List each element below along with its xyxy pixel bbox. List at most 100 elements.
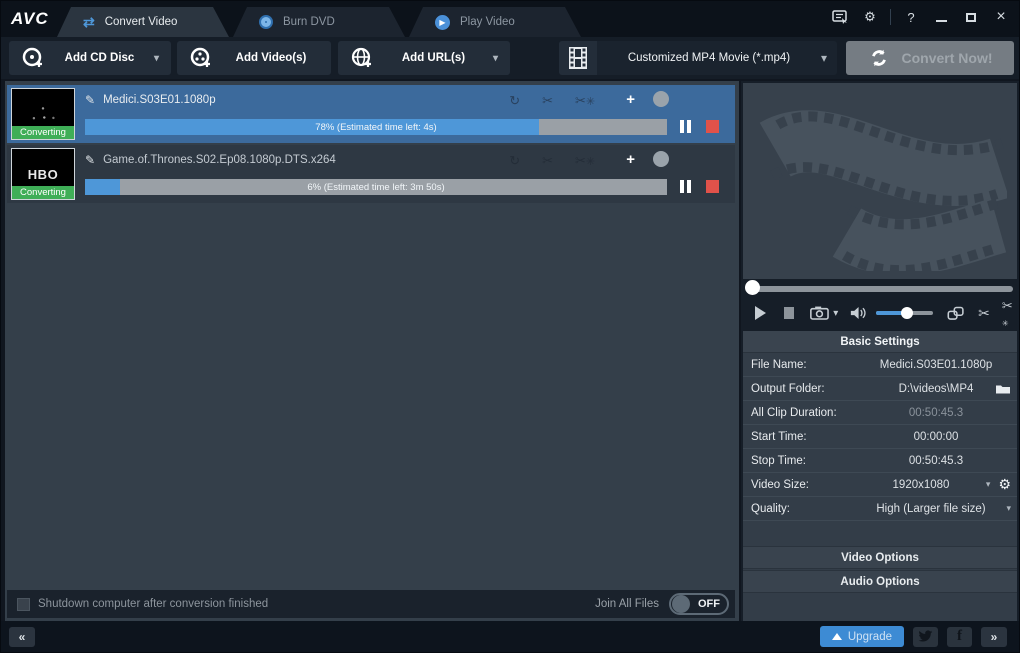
shutdown-label: Shutdown computer after conversion finis… xyxy=(38,598,268,610)
effects-wand-icon[interactable]: ✂✳ xyxy=(575,153,595,169)
shutdown-checkbox[interactable] xyxy=(17,598,30,611)
player-controls: ▾ ✂ ✂✳ xyxy=(743,297,1017,329)
convert-now-label: Convert Now! xyxy=(902,50,993,66)
effects-wand-icon[interactable]: ✂✳ xyxy=(1002,298,1017,329)
setting-row-output-folder: Output Folder: D:\videos\MP4 xyxy=(743,377,1017,401)
edit-pencil-icon[interactable]: ✎ xyxy=(85,93,95,107)
app-window: AVC ⇄ Convert Video Burn DVD ▶ Play Vide… xyxy=(0,0,1020,653)
sync-icon: ⇄ xyxy=(83,14,95,31)
seek-bar[interactable] xyxy=(743,279,1017,297)
status-circle xyxy=(653,91,669,107)
add-videos-label: Add Video(s) xyxy=(223,52,319,64)
file-row[interactable]: HBO Converting ✎ Game.of.Thrones.S02.Ep0… xyxy=(7,145,735,203)
gear-icon[interactable]: ⚙ xyxy=(860,8,880,26)
tab-label: Play Video xyxy=(460,16,515,28)
player-stop-button[interactable] xyxy=(784,307,794,319)
chevron-down-icon: ▾ xyxy=(493,53,498,64)
basic-settings-header: Basic Settings xyxy=(743,331,1017,353)
file-row[interactable]: Converting ✎ Medici.S03E01.1080p ↻ ✂ ✂✳ … xyxy=(7,85,735,143)
expand-button[interactable]: » xyxy=(981,627,1007,647)
tab-label: Convert Video xyxy=(105,16,178,28)
output-format-select[interactable]: Customized MP4 Movie (*.mp4) ▾ xyxy=(559,41,837,75)
feedback-icon[interactable] xyxy=(830,8,850,26)
reel-plus-icon xyxy=(189,46,213,70)
convert-now-button[interactable]: Convert Now! xyxy=(846,41,1014,75)
titlebar-separator xyxy=(890,9,891,25)
add-profile-icon[interactable]: + xyxy=(626,151,635,168)
facebook-button[interactable]: f xyxy=(947,627,972,647)
merge-icon[interactable] xyxy=(947,305,964,322)
filmstrip-icon xyxy=(559,41,597,75)
twitter-button[interactable] xyxy=(913,627,938,647)
clip-scissors-icon[interactable]: ✂ xyxy=(542,153,553,169)
edit-pencil-icon[interactable]: ✎ xyxy=(85,153,95,167)
setting-value[interactable]: High (Larger file size) xyxy=(855,503,1017,515)
help-button[interactable]: ? xyxy=(901,8,921,26)
setting-value[interactable]: Medici.S03E01.1080p xyxy=(855,359,1017,371)
play-circle-icon: ▶ xyxy=(435,15,450,30)
tab-convert-video[interactable]: ⇄ Convert Video xyxy=(57,7,229,37)
pause-button[interactable] xyxy=(680,180,691,193)
setting-value[interactable]: 00:50:45.3 xyxy=(855,455,1017,467)
video-thumbnail: HBO Converting xyxy=(11,148,75,200)
reconvert-icon[interactable]: ↻ xyxy=(509,153,520,169)
snapshot-chevron-icon[interactable]: ▾ xyxy=(833,308,838,319)
chevron-down-icon[interactable]: ▾ xyxy=(1006,503,1011,514)
progress-text: 6% (Estimated time left: 3m 50s) xyxy=(85,179,667,195)
add-urls-label: Add URL(s) xyxy=(384,52,483,64)
chevron-down-icon: ▾ xyxy=(821,51,827,65)
file-title: Game.of.Thrones.S02.Ep08.1080p.DTS.x264 xyxy=(103,154,336,166)
setting-row-stop-time: Stop Time: 00:50:45.3 xyxy=(743,449,1017,473)
toolbar: Add CD Disc ▾ Add Video(s) Add URL(s) ▾ … xyxy=(1,37,1019,79)
clip-scissors-icon[interactable]: ✂ xyxy=(542,93,553,109)
reconvert-icon[interactable]: ↻ xyxy=(509,93,520,109)
volume-thumb[interactable] xyxy=(901,307,913,319)
snapshot-camera-icon[interactable] xyxy=(810,305,829,321)
avc-logo: AVC xyxy=(11,9,49,29)
basic-settings-panel: Basic Settings File Name: Medici.S03E01.… xyxy=(743,331,1017,621)
video-options-header[interactable]: Video Options xyxy=(743,546,1017,569)
setting-label: Output Folder: xyxy=(743,383,855,395)
collapse-button[interactable]: « xyxy=(9,627,35,647)
add-urls-button[interactable]: Add URL(s) ▾ xyxy=(338,41,510,75)
cd-plus-icon xyxy=(21,46,45,70)
arrow-up-icon xyxy=(832,633,842,640)
join-all-files-toggle[interactable]: OFF xyxy=(669,593,729,615)
setting-label: Stop Time: xyxy=(743,455,855,467)
chevron-down-icon[interactable]: ▾ xyxy=(986,479,991,490)
file-title: Medici.S03E01.1080p xyxy=(103,94,216,106)
minimize-button[interactable] xyxy=(931,8,951,26)
setting-label: Quality: xyxy=(743,503,855,515)
tab-play-video[interactable]: ▶ Play Video xyxy=(409,7,581,37)
add-profile-icon[interactable]: + xyxy=(626,91,635,108)
setting-row-video-size: Video Size: 1920x1080 ▾⚙ xyxy=(743,473,1017,497)
maximize-button[interactable] xyxy=(961,8,981,26)
add-cd-disc-button[interactable]: Add CD Disc ▾ xyxy=(9,41,171,75)
setting-row-start-time: Start Time: 00:00:00 xyxy=(743,425,1017,449)
pause-button[interactable] xyxy=(680,120,691,133)
status-circle xyxy=(653,151,669,167)
folder-icon[interactable] xyxy=(995,383,1011,395)
file-list: Converting ✎ Medici.S03E01.1080p ↻ ✂ ✂✳ … xyxy=(5,81,739,621)
setting-label: All Clip Duration: xyxy=(743,407,855,419)
stop-button[interactable] xyxy=(706,180,719,193)
clip-scissors-icon[interactable]: ✂ xyxy=(978,305,990,322)
volume-speaker-icon[interactable] xyxy=(850,305,868,321)
gear-icon[interactable]: ⚙ xyxy=(998,476,1011,493)
seek-thumb[interactable] xyxy=(745,280,760,295)
setting-value[interactable]: D:\videos\MP4 xyxy=(855,383,1017,395)
converting-badge: Converting xyxy=(12,126,74,139)
play-button[interactable] xyxy=(755,306,766,320)
setting-value[interactable]: 00:00:00 xyxy=(855,431,1017,443)
globe-plus-icon xyxy=(350,46,374,70)
close-button[interactable]: × xyxy=(991,8,1011,26)
add-videos-button[interactable]: Add Video(s) xyxy=(177,41,331,75)
toggle-knob xyxy=(672,595,690,613)
upgrade-button[interactable]: Upgrade xyxy=(820,626,904,647)
stop-button[interactable] xyxy=(706,120,719,133)
volume-slider[interactable] xyxy=(876,307,933,319)
effects-wand-icon[interactable]: ✂✳ xyxy=(575,93,595,109)
audio-options-header[interactable]: Audio Options xyxy=(743,570,1017,593)
tab-burn-dvd[interactable]: Burn DVD xyxy=(233,7,405,37)
add-cd-disc-label: Add CD Disc xyxy=(55,52,144,64)
